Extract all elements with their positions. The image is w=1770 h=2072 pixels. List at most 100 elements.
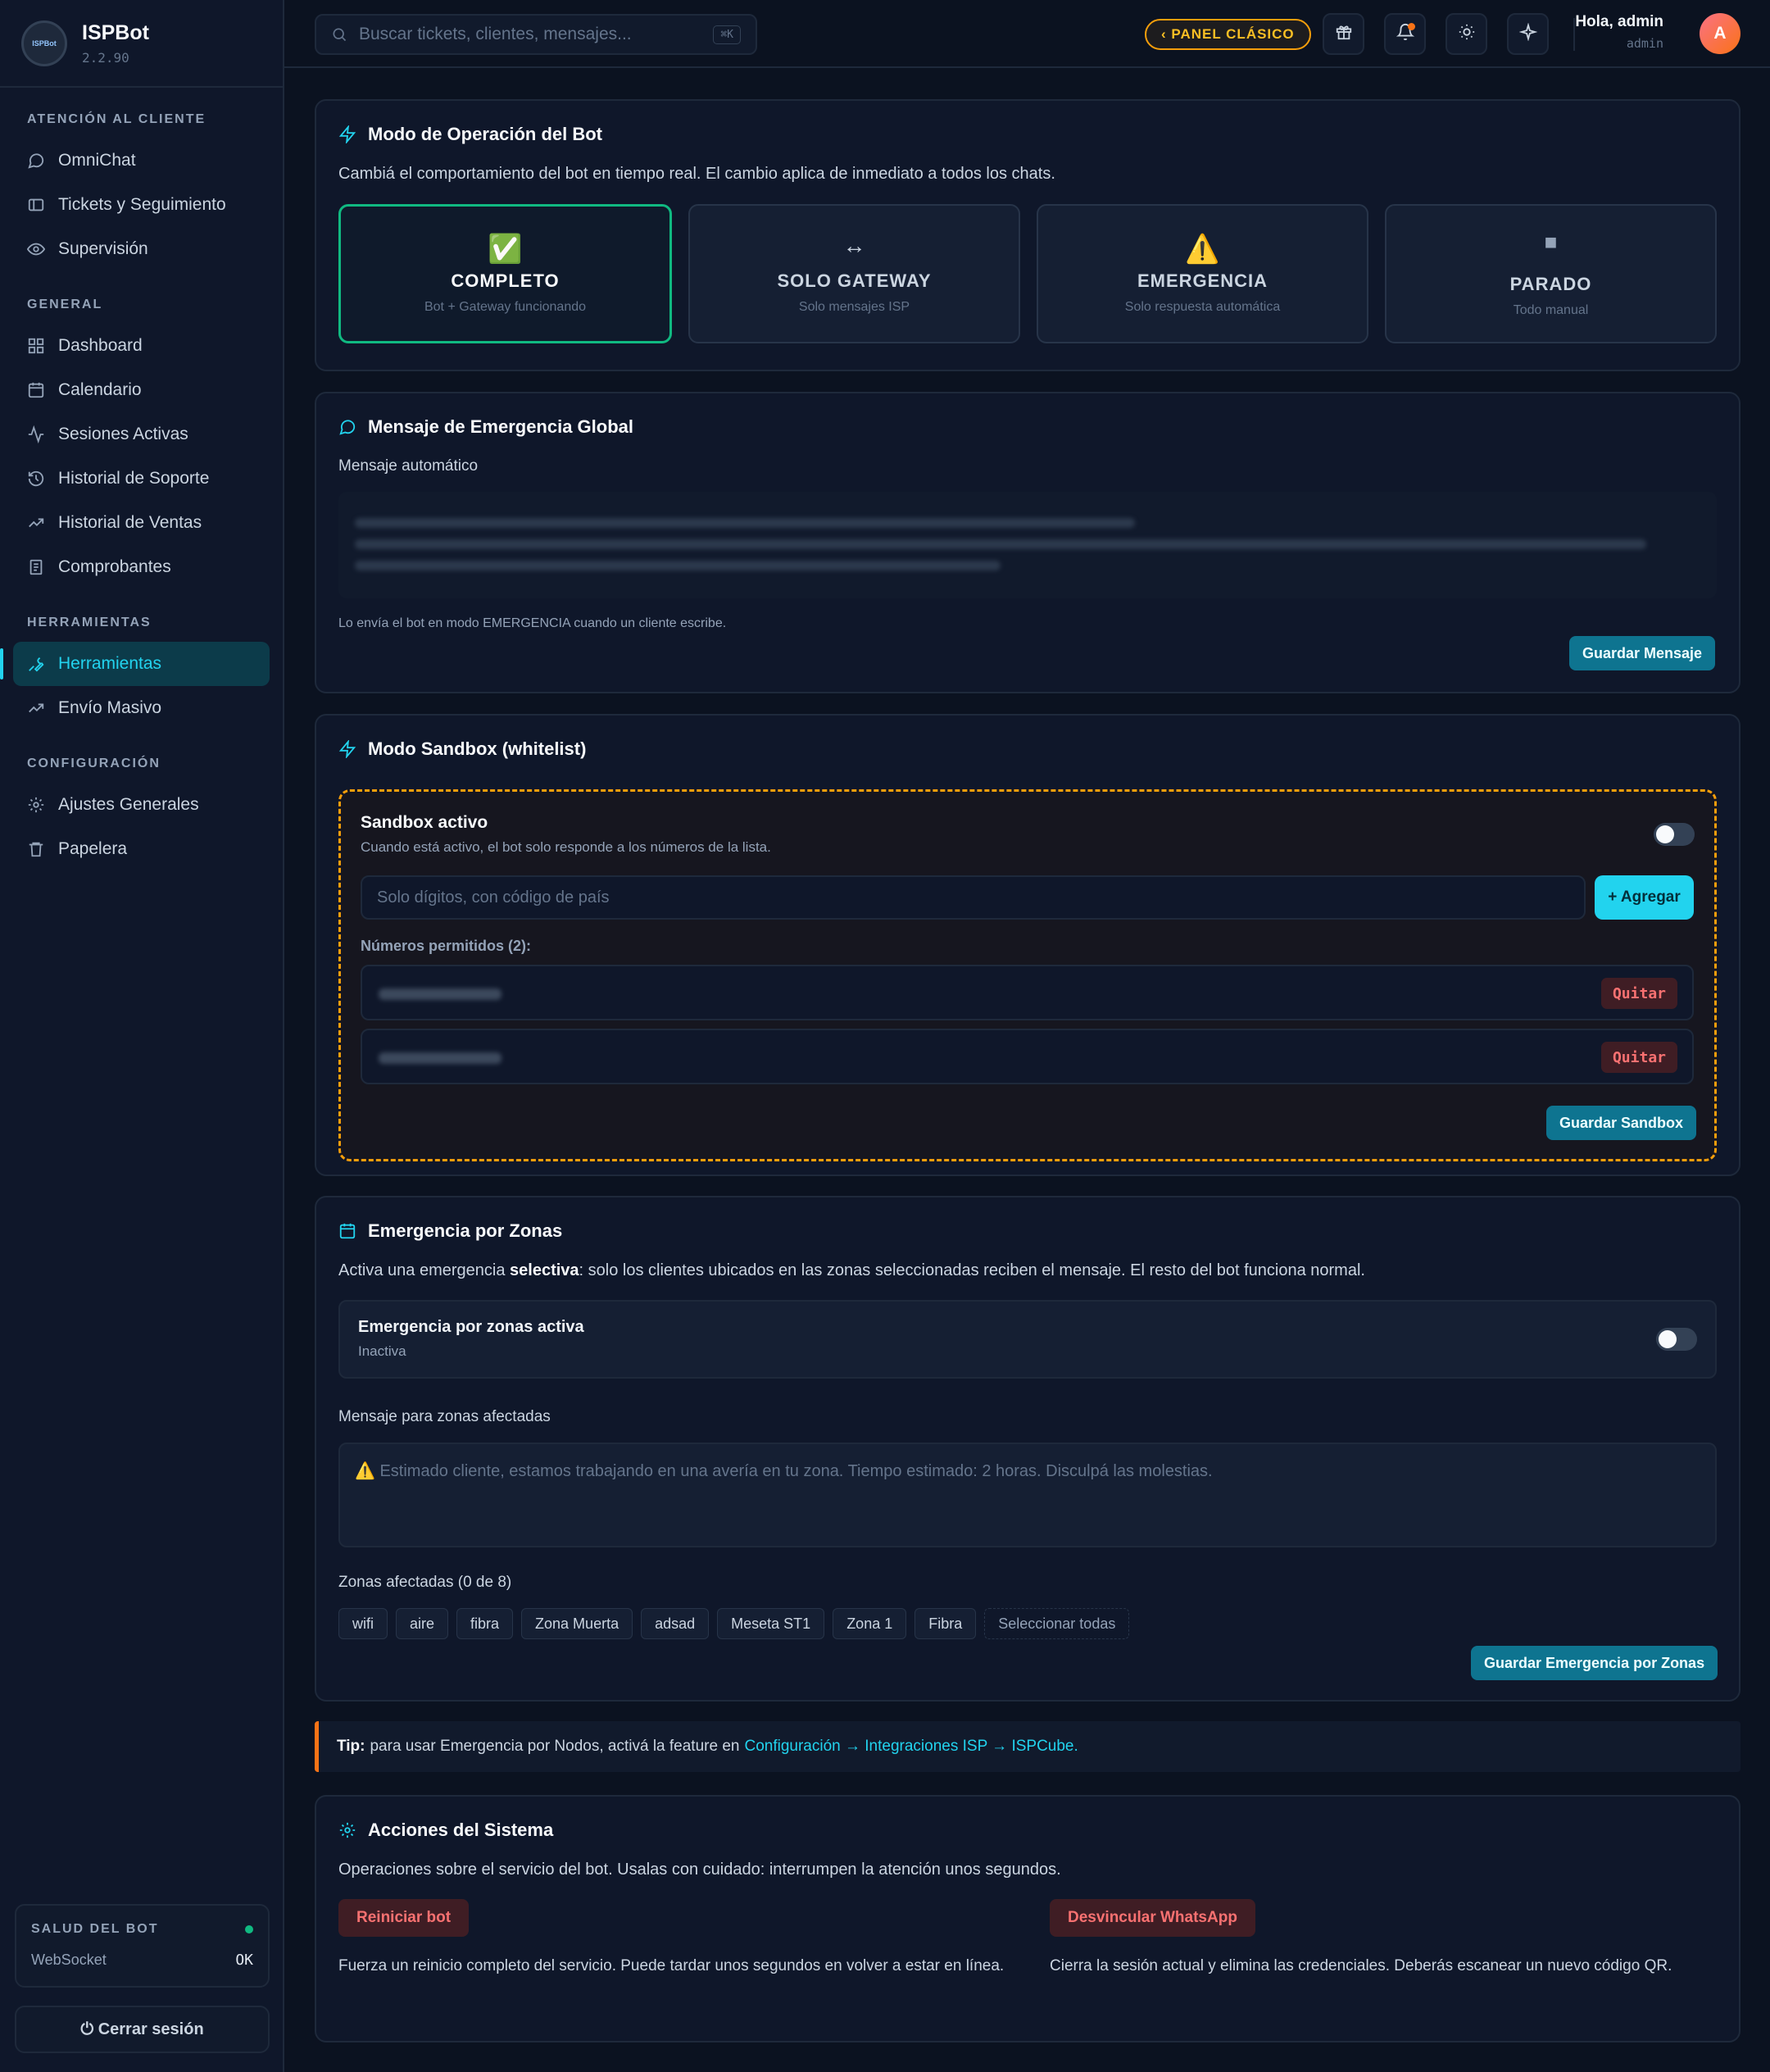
bot-health-panel: SALUD DEL BOT WebSocket OK [15,1904,270,1988]
search-placeholder: Buscar tickets, clientes, mensajes... [359,25,632,43]
avatar[interactable]: A [1700,13,1740,54]
notifications-button[interactable] [1384,13,1426,55]
topbar: Buscar tickets, clientes, mensajes... ⌘K… [284,0,1770,68]
tip-link[interactable]: Configuración → Integraciones ISP → ISPC… [744,1738,1078,1756]
sidebar-item-label: Dashboard [58,336,143,355]
history-icon [27,470,45,488]
zone-chip[interactable]: Zona 1 [833,1608,907,1639]
blurred-text [355,539,1647,549]
sidebar-item-label: Calendario [58,380,142,399]
card-title: Emergencia por Zonas [368,1220,563,1241]
restart-action: Reiniciar bot Fuerza un reinicio complet… [338,1899,1005,1979]
zone-chip[interactable]: aire [396,1608,449,1639]
remove-number-button[interactable]: Quitar [1600,978,1677,1009]
user-info[interactable]: Hola, admin admin [1575,13,1663,51]
calendar-icon [338,1222,356,1240]
chat-icon [27,152,45,170]
phone-number-input[interactable]: Solo dígitos, con código de país [361,875,1586,920]
remove-number-button[interactable]: Quitar [1600,1042,1677,1073]
mode-name: COMPLETO [451,270,560,291]
sidebar-item-herramientas[interactable]: Herramientas [0,642,270,686]
mode-emergencia[interactable]: ⚠️ EMERGENCIA Solo respuesta automática [1037,204,1368,343]
sparkle-button[interactable] [1507,13,1549,55]
sidebar-item-dashboard[interactable]: Dashboard [13,324,270,368]
zone-chip[interactable]: fibra [456,1608,514,1639]
sidebar-item-ajustes[interactable]: Ajustes Generales [13,783,270,827]
search-input[interactable]: Buscar tickets, clientes, mensajes... ⌘K [315,14,757,55]
save-message-button[interactable]: Guardar Mensaje [1569,636,1716,670]
user-greeting: Hola, admin [1575,13,1663,30]
gift-button[interactable] [1323,13,1364,55]
zone-chip[interactable]: adsad [641,1608,710,1639]
eye-icon [27,240,45,258]
input-placeholder: Solo dígitos, con código de país [377,888,610,906]
restart-bot-button[interactable]: Reiniciar bot [338,1899,470,1937]
warning-icon: ⚠️ [1185,234,1220,265]
zone-emergency-card: Emergencia por Zonas Activa una emergenc… [315,1196,1740,1702]
select-all-zones-button[interactable]: Seleccionar todas [984,1608,1130,1639]
textarea-placeholder: ⚠️ Estimado cliente, estamos trabajando … [355,1462,1213,1480]
sandbox-active-title: Sandbox activo [361,813,488,832]
sidebar-item-papelera[interactable]: Papelera [13,827,270,871]
zones-label: Zonas afectadas (0 de 8) [338,1574,512,1591]
add-number-button[interactable]: + Agregar [1595,875,1694,920]
zone-chip[interactable]: Fibra [914,1608,977,1639]
user-role: admin [1626,36,1663,51]
logout-button[interactable]: ⏻ Cerrar sesión [15,2006,270,2053]
zone-chip[interactable]: wifi [338,1608,388,1639]
emergency-message-card: Mensaje de Emergencia Global Mensaje aut… [315,392,1740,693]
zone-chip[interactable]: Meseta ST1 [717,1608,825,1639]
sidebar-item-omnichat[interactable]: OmniChat [13,139,270,183]
sparkle-icon [1518,21,1538,46]
zone-message-textarea[interactable]: ⚠️ Estimado cliente, estamos trabajando … [338,1443,1717,1547]
mode-name: PARADO [1509,274,1592,294]
blurred-text [355,518,1136,528]
ticket-icon [27,196,45,214]
brand-logo[interactable]: ISPBot [21,20,67,66]
sidebar-item-historial-ventas[interactable]: Historial de Ventas [13,501,270,545]
health-value: OK [235,1952,253,1969]
zone-chip[interactable]: Zona Muerta [521,1608,633,1639]
sidebar-item-historial-soporte[interactable]: Historial de Soporte [13,457,270,501]
sandbox-toggle[interactable] [1654,823,1695,846]
zone-emergency-toggle[interactable] [1656,1328,1697,1351]
sidebar-item-comprobantes[interactable]: Comprobantes [13,545,270,589]
mode-name: SOLO GATEWAY [777,270,932,291]
nav-section-herramientas: HERRAMIENTAS Herramientas Envío Masivo [0,589,283,730]
save-sandbox-button[interactable]: Guardar Sandbox [1546,1106,1697,1140]
mode-sub: Bot + Gateway funcionando [424,300,587,314]
sidebar-item-label: OmniChat [58,151,136,170]
sandbox-panel: Sandbox activo Cuando está activo, el bo… [338,789,1717,1161]
card-title: Acciones del Sistema [368,1820,554,1840]
nav-section-atencion: ATENCIÓN AL CLIENTE OmniChat Tickets y S… [0,88,283,271]
bot-mode-card: Modo de Operación del Bot Cambiá el comp… [315,99,1740,371]
unlink-whatsapp-button[interactable]: Desvincular WhatsApp [1050,1899,1255,1937]
mode-completo[interactable]: ✅ COMPLETO Bot + Gateway funcionando [338,204,672,343]
nav-section-title: ATENCIÓN AL CLIENTE [27,112,206,126]
sidebar-item-envio-masivo[interactable]: Envío Masivo [13,686,270,730]
sidebar-item-calendario[interactable]: Calendario [13,368,270,412]
sidebar-item-label: Tickets y Seguimiento [58,195,226,214]
mode-parado[interactable]: ■ PARADO Todo manual [1385,204,1717,343]
health-title: SALUD DEL BOT [31,1922,159,1936]
brand: ISPBot ISPBot 2.2.90 [0,0,283,88]
grid-icon [27,337,45,355]
sidebar-item-supervision[interactable]: Supervisión [13,227,270,271]
activity-icon [27,425,45,443]
save-zone-emergency-button[interactable]: Guardar Emergencia por Zonas [1471,1646,1718,1680]
nav-section-configuracion: CONFIGURACIÓN Ajustes Generales Papelera [0,730,283,871]
sidebar-item-tickets[interactable]: Tickets y Seguimiento [13,183,270,227]
card-description: Activa una emergencia selectiva: solo lo… [338,1261,1717,1280]
desc-post: : solo los clientes ubicados en las zona… [579,1261,1365,1279]
search-shortcut: ⌘K [713,25,741,44]
chat-icon [338,418,356,436]
brand-version: 2.2.90 [82,49,129,66]
theme-toggle-button[interactable] [1446,13,1487,55]
panel-clasico-button[interactable]: ‹ PANEL CLÁSICO [1145,19,1311,50]
emergency-message-textarea[interactable] [338,492,1717,598]
zone-message-label: Mensaje para zonas afectadas [338,1408,551,1425]
gear-icon [338,1821,356,1839]
sidebar-item-sesiones[interactable]: Sesiones Activas [13,412,270,457]
zone-toggle-status: Inactiva [358,1343,406,1359]
mode-solo-gateway[interactable]: ↔ SOLO GATEWAY Solo mensajes ISP [688,204,1020,343]
